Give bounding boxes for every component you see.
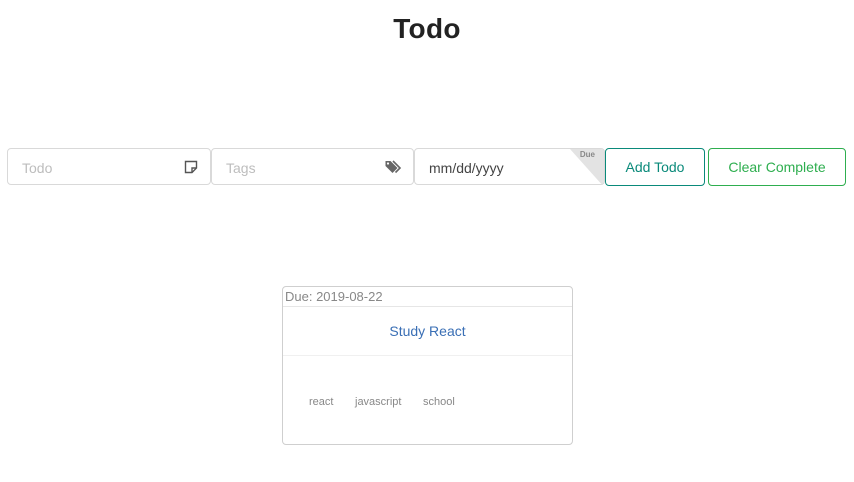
todo-card: Due: 2019-08-22 Study React react javasc…: [282, 286, 573, 445]
todo-tag: javascript: [355, 396, 402, 408]
note-icon: [182, 159, 200, 175]
due-date-value: mm/dd/yyyy: [429, 160, 504, 176]
page-title: Todo: [393, 13, 461, 44]
tags-input-placeholder: Tags: [226, 160, 256, 176]
todo-tag: school: [423, 396, 455, 408]
due-date-input[interactable]: mm/dd/yyyy Due: [414, 148, 605, 185]
clear-complete-button[interactable]: Clear Complete: [708, 148, 846, 186]
todo-input[interactable]: Todo: [7, 148, 211, 185]
todo-due-date: Due: 2019-08-22: [283, 287, 572, 307]
tags-icon: [385, 159, 403, 175]
tags-input[interactable]: Tags: [211, 148, 414, 185]
todo-tag: react: [309, 396, 334, 408]
todo-page: Todo Todo Tags mm/dd/yyyy Due Add Todo C…: [0, 0, 854, 482]
add-todo-button[interactable]: Add Todo: [605, 148, 705, 186]
due-corner-label: Due: [579, 150, 595, 159]
todo-input-placeholder: Todo: [22, 160, 53, 176]
todo-title[interactable]: Study React: [283, 308, 572, 356]
